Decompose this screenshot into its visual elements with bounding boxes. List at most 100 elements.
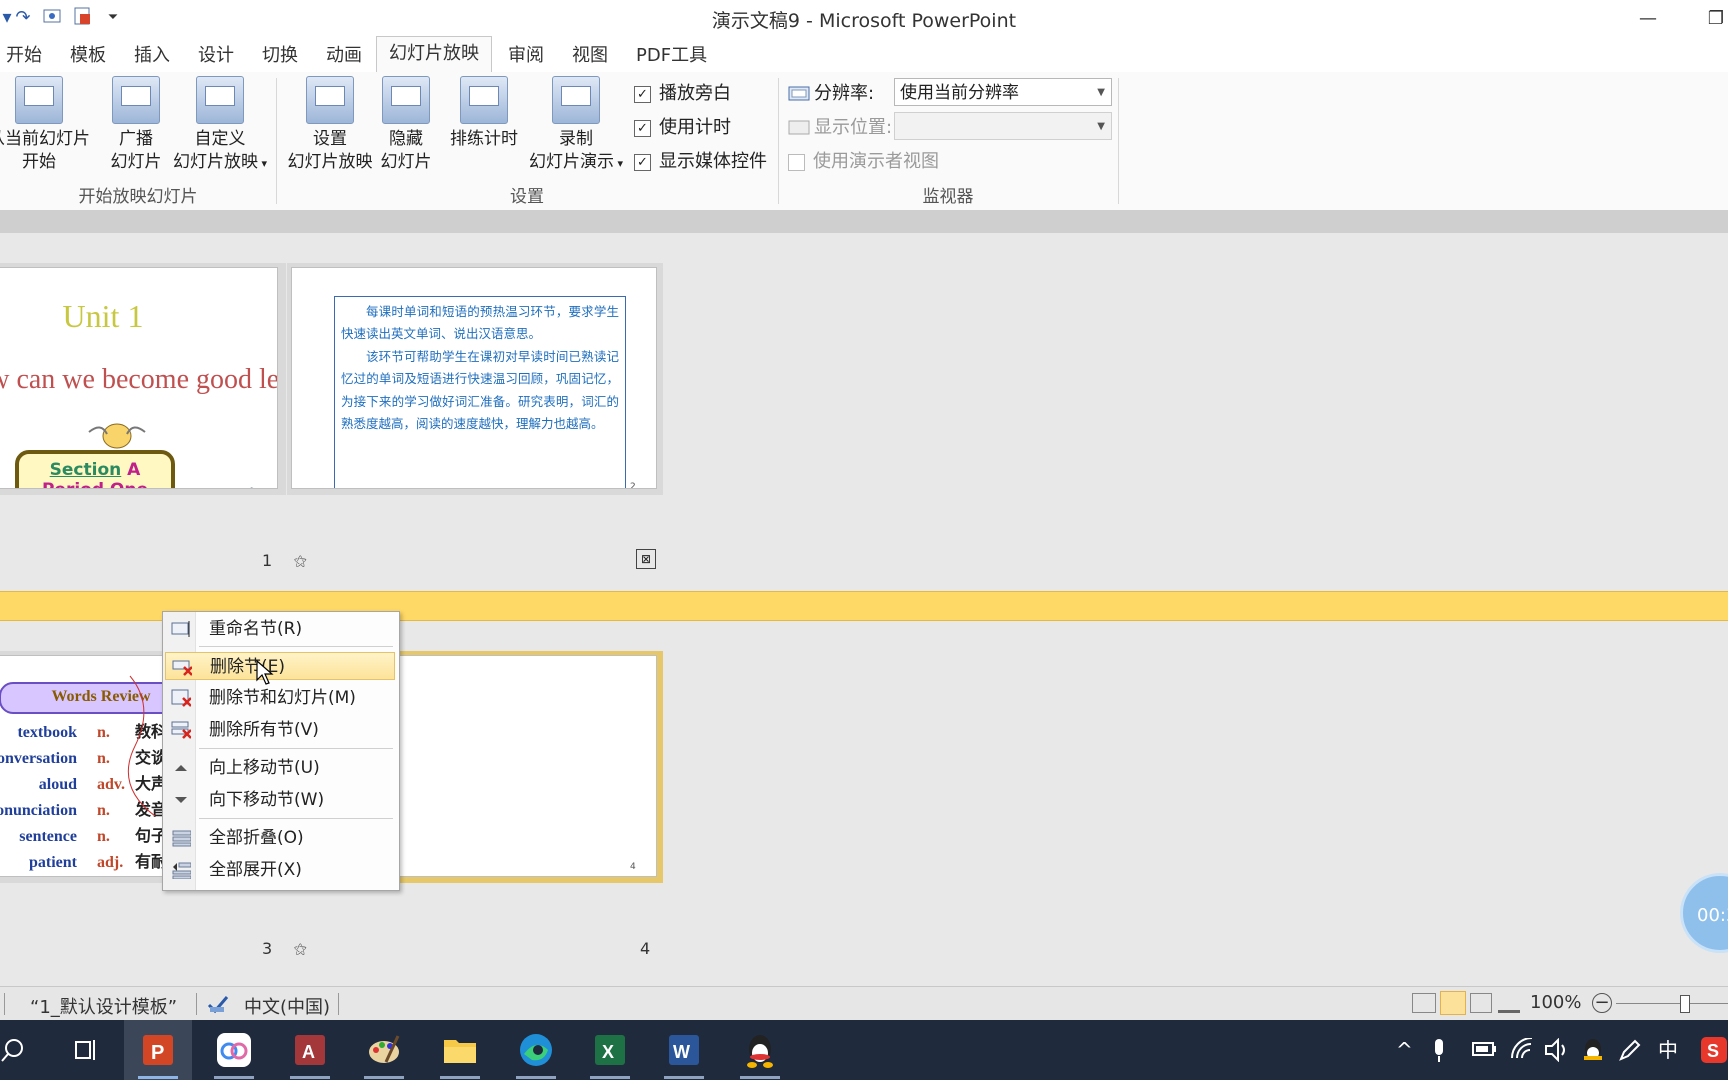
tab-view[interactable]: 视图 xyxy=(566,42,614,70)
file-explorer-icon[interactable] xyxy=(436,1028,484,1072)
zoom-level[interactable]: 100% xyxy=(1530,992,1581,1013)
tab-home[interactable]: 开始 xyxy=(0,42,48,70)
play-narration-checkbox[interactable]: ✓ 播放旁白 xyxy=(634,80,731,108)
slide-unit-title: Unit 1 xyxy=(62,298,144,334)
language-indicator[interactable]: 中文(中国) xyxy=(244,993,330,1019)
slide-text-box: 每课时单词和短语的预热温习环节，要求学生快速读出英文单词、说出汉语意思。 该环节… xyxy=(334,296,626,488)
zoom-slider-thumb[interactable] xyxy=(1680,995,1690,1013)
tab-transitions[interactable]: 切换 xyxy=(256,42,304,70)
stopwatch-icon xyxy=(460,76,508,124)
hide-slide-button[interactable]: 隐藏 幻灯片 xyxy=(378,76,434,174)
volume-icon[interactable] xyxy=(1544,1038,1572,1062)
setup-slideshow-button[interactable]: 设置 幻灯片放映 xyxy=(284,76,376,174)
word-app-icon[interactable]: W xyxy=(660,1028,708,1072)
chevron-down-icon: ▼ xyxy=(1097,87,1105,98)
baidu-netdisk-icon[interactable] xyxy=(210,1028,258,1072)
dropdown-arrow-icon: ▾ xyxy=(257,157,268,170)
tab-insert[interactable]: 插入 xyxy=(128,42,176,70)
slide-page-number: 2 xyxy=(630,482,636,489)
rehearse-timings-button[interactable]: 排练计时 xyxy=(446,76,522,151)
delete-section-slides-icon xyxy=(171,689,191,707)
svg-text:P: P xyxy=(151,1042,164,1064)
menu-item-delete-section[interactable]: 删除节(E) xyxy=(165,652,395,680)
tab-review[interactable]: 审阅 xyxy=(502,42,550,70)
use-timings-checkbox[interactable]: ✓ 使用计时 xyxy=(634,114,731,142)
pen-icon[interactable] xyxy=(1618,1038,1642,1062)
monitor-icon xyxy=(788,86,810,101)
powerpoint-app-icon[interactable]: P xyxy=(134,1028,182,1072)
menu-item-expand-all[interactable]: 全部展开(X) xyxy=(165,856,395,884)
slide-sorter-view-icon[interactable] xyxy=(1440,991,1466,1015)
status-bar: “1_默认设计模板” 中文(中国) 100% − xyxy=(0,986,1728,1021)
ime-indicator[interactable]: 中 xyxy=(1658,1020,1678,1080)
menu-item-move-section-up[interactable]: 向上移动节(U) xyxy=(165,754,395,782)
delete-section-icon xyxy=(172,660,192,676)
search-icon[interactable] xyxy=(0,1036,28,1064)
rename-section-icon xyxy=(171,621,190,637)
microphone-icon[interactable] xyxy=(1430,1038,1448,1064)
edge-browser-icon[interactable] xyxy=(512,1028,560,1072)
slide-thumbnail-2[interactable]: 每课时单词和短语的预热温习环节，要求学生快速读出英文单词、说出汉语意思。 该环节… xyxy=(291,267,657,489)
tab-slideshow[interactable]: 幻灯片放映 xyxy=(376,36,492,73)
wifi-icon[interactable] xyxy=(1510,1038,1536,1062)
slide-number: 3 xyxy=(262,939,273,958)
minimize-button[interactable]: — xyxy=(1618,0,1678,36)
sound-icon: 🔈 xyxy=(247,484,262,488)
paint-app-icon[interactable] xyxy=(360,1028,408,1072)
expand-all-icon xyxy=(172,862,191,879)
presenter-view-checkbox: 使用演示者视图 xyxy=(788,148,939,176)
from-current-slide-button[interactable]: 从当前幻灯片 开始 xyxy=(0,76,100,174)
checkmark-icon: ✓ xyxy=(634,85,651,103)
checkmark-icon: ✓ xyxy=(634,119,651,137)
custom-slideshow-button[interactable]: 自定义 幻灯片放映 ▾ xyxy=(168,76,272,175)
slide-thumbnail-1[interactable]: Unit 1 How can we become good learners? … xyxy=(0,267,278,489)
restore-button[interactable]: ❐ xyxy=(1686,0,1728,36)
setup-show-icon xyxy=(306,76,354,124)
tab-pdf-tools[interactable]: PDF工具 xyxy=(630,42,713,70)
presentation-icon xyxy=(15,76,63,124)
task-view-icon[interactable] xyxy=(70,1036,98,1064)
menu-item-delete-all-sections[interactable]: 删除所有节(V) xyxy=(165,716,395,744)
mouse-cursor-icon xyxy=(256,660,274,685)
menu-item-rename-section[interactable]: 重命名节(R) xyxy=(165,615,395,643)
ribbon-tabs: 开始 模板 插入 设计 切换 动画 幻灯片放映 审阅 视图 PDF工具 xyxy=(0,36,1728,73)
reading-view-icon[interactable] xyxy=(1470,993,1492,1013)
access-app-icon[interactable]: A xyxy=(286,1028,334,1072)
broadcast-button[interactable]: 广播 幻灯片 xyxy=(106,76,166,174)
slideshow-view-icon[interactable] xyxy=(1498,993,1520,1013)
normal-view-icon[interactable] xyxy=(1412,993,1436,1013)
resolution-select[interactable]: 使用当前分辨率 ▼ xyxy=(894,78,1112,106)
dropdown-arrow-icon: ▾ xyxy=(613,157,624,170)
qq-app-icon[interactable] xyxy=(736,1028,784,1072)
zoom-out-icon[interactable]: − xyxy=(1592,993,1612,1013)
show-hidden-icons-icon[interactable]: ^ xyxy=(1396,1020,1413,1080)
slide-number: 1 xyxy=(262,551,273,570)
slide-question: How can we become good learners? xyxy=(0,364,278,395)
sogou-ime-icon[interactable]: S xyxy=(1700,1036,1728,1064)
record-timer-bubble[interactable]: 00:3 xyxy=(1680,873,1728,953)
menu-item-delete-section-and-slides[interactable]: 删除节和幻灯片(M) xyxy=(165,684,395,712)
show-on-select: ▼ xyxy=(894,112,1112,140)
zoom-slider[interactable] xyxy=(1616,1003,1728,1004)
monitor-disabled-icon xyxy=(788,120,810,135)
menu-item-collapse-all[interactable]: 全部折叠(O) xyxy=(165,824,395,852)
section-badge: Section A Period One xyxy=(15,450,175,488)
tab-template[interactable]: 模板 xyxy=(64,42,112,70)
tab-design[interactable]: 设计 xyxy=(192,42,240,70)
record-slideshow-button[interactable]: 录制 幻灯片演示 ▾ xyxy=(524,76,628,175)
show-media-controls-checkbox[interactable]: ✓ 显示媒体控件 xyxy=(634,148,767,176)
qq-tray-icon[interactable] xyxy=(1580,1036,1606,1064)
group-separator xyxy=(1118,78,1119,204)
taskbar: P A X W ^ 中 S xyxy=(0,1020,1728,1080)
theme-name[interactable]: “1_默认设计模板” xyxy=(30,993,177,1019)
move-up-icon xyxy=(175,765,187,771)
section-header[interactable] xyxy=(0,211,1728,233)
svg-text:A: A xyxy=(302,1042,315,1062)
menu-item-move-section-down[interactable]: 向下移动节(W) xyxy=(165,786,395,814)
battery-icon[interactable] xyxy=(1472,1040,1498,1060)
spellcheck-icon[interactable] xyxy=(206,993,230,1015)
transition-star-icon: ⚝ xyxy=(294,942,307,957)
tab-animations[interactable]: 动画 xyxy=(320,42,368,70)
group-label-monitors: 监视器 xyxy=(922,187,974,207)
excel-app-icon[interactable]: X xyxy=(586,1028,634,1072)
